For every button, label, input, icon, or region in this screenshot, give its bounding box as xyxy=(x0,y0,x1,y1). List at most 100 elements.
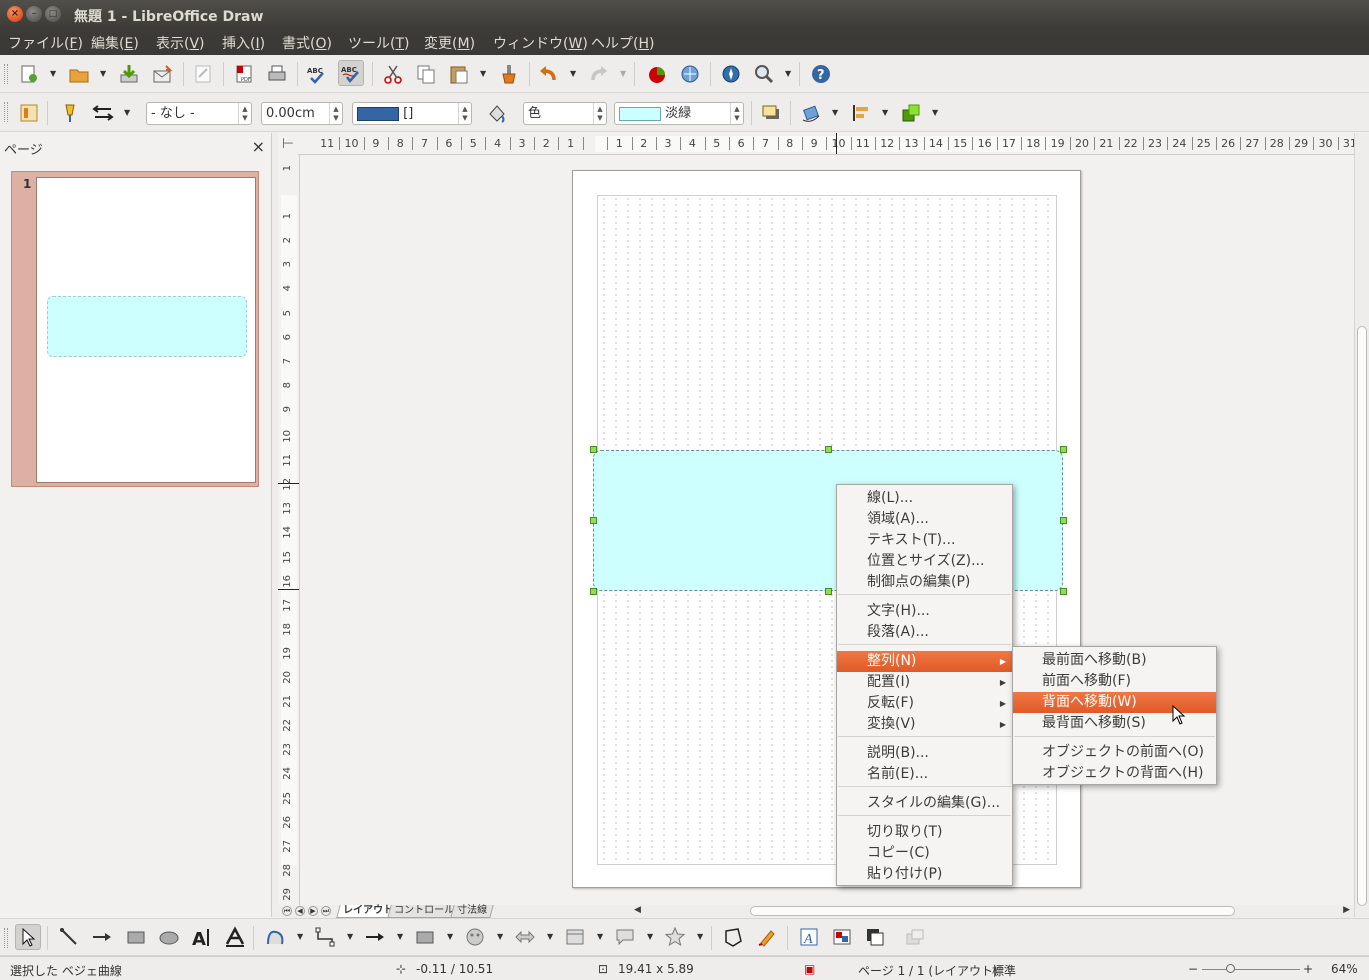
selection-handle[interactable] xyxy=(590,588,597,595)
symbol-shapes-icon[interactable] xyxy=(462,924,488,950)
zoom-icon[interactable] xyxy=(751,61,777,87)
menu-1[interactable]: 編集(E) xyxy=(91,33,139,53)
last-tab-icon[interactable]: ⏭ xyxy=(321,906,331,916)
area-icon[interactable] xyxy=(484,100,510,126)
context-menu-item[interactable]: 変換(V) ▶ xyxy=(837,714,1012,735)
line-color-spinner[interactable]: ▲ ▼ xyxy=(458,103,471,124)
glue-points-icon[interactable] xyxy=(754,924,780,950)
undo-icon[interactable] xyxy=(535,61,561,87)
arrow-style-spinner[interactable]: ▲ ▼ xyxy=(238,103,251,124)
page-thumbnail[interactable]: 1 xyxy=(11,171,259,487)
navigator-icon[interactable] xyxy=(718,61,744,87)
stars-icon[interactable] xyxy=(662,924,688,950)
copy-icon[interactable] xyxy=(413,61,439,87)
open-icon[interactable] xyxy=(66,61,92,87)
clone-format-icon[interactable] xyxy=(496,61,522,87)
text-icon[interactable]: A xyxy=(189,924,215,950)
arrow-line-icon[interactable] xyxy=(89,924,115,950)
menu-4[interactable]: 書式(O) xyxy=(282,33,332,53)
styles-icon[interactable] xyxy=(16,100,42,126)
print-icon[interactable] xyxy=(264,61,290,87)
submenu-item[interactable]: 最前面へ移動(B) xyxy=(1013,650,1216,671)
menu-5[interactable]: ツール(T) xyxy=(348,33,410,53)
selection-handle[interactable] xyxy=(825,446,832,453)
chart-icon[interactable] xyxy=(644,61,670,87)
vertical-scroll-thumb[interactable] xyxy=(1357,326,1367,906)
submenu-item[interactable]: 前面へ移動(F) xyxy=(1013,671,1216,692)
area-color-select[interactable]: 淡緑 ▲ ▼ xyxy=(614,102,744,125)
menu-6[interactable]: 変更(M) xyxy=(424,33,475,53)
context-menu-item[interactable]: 文字(H)... xyxy=(837,601,1012,622)
points-icon[interactable] xyxy=(720,924,746,950)
horizontal-scrollbar[interactable]: ◀ ▶ xyxy=(630,905,1354,918)
area-style-spinner[interactable]: ▲ ▼ xyxy=(593,103,606,124)
basic-shapes-icon[interactable] xyxy=(412,924,438,950)
from-file-icon[interactable] xyxy=(829,924,855,950)
lines-arrows-icon[interactable] xyxy=(362,924,388,950)
vertical-ruler[interactable]: 1 1 2 3 4 5 6 7 8 9 10 11 12 13 14 15 16 17 18 19 20 21 22 23 24… xyxy=(278,155,300,905)
menu-7[interactable]: ウィンドウ(W) xyxy=(493,33,588,53)
menu-3[interactable]: 挿入(I) xyxy=(222,33,265,53)
line-icon[interactable] xyxy=(57,100,83,126)
menu-8[interactable]: ヘルプ(H) xyxy=(591,33,654,53)
vertical-scrollbar[interactable] xyxy=(1354,133,1369,917)
context-menu-item[interactable]: スタイルの編集(G)... xyxy=(837,793,1012,814)
area-style-select[interactable]: 色 ▲ ▼ xyxy=(523,102,607,125)
line-icon[interactable] xyxy=(56,924,82,950)
context-menu-item[interactable]: 段落(A)... xyxy=(837,622,1012,643)
context-menu-item[interactable]: 反転(F) ▶ xyxy=(837,693,1012,714)
close-window-button[interactable]: × xyxy=(7,6,23,22)
context-menu-item[interactable]: 位置とサイズ(Z)... xyxy=(837,551,1012,572)
zoom-level[interactable]: 64% xyxy=(1331,962,1358,976)
first-tab-icon[interactable]: ⏮ xyxy=(282,906,292,916)
zoom-slider[interactable] xyxy=(1202,969,1300,970)
line-color-select[interactable]: [] ▲ ▼ xyxy=(352,102,472,125)
scroll-left-icon[interactable]: ◀ xyxy=(634,905,641,915)
maximize-window-button[interactable]: □ xyxy=(45,6,61,22)
horizontal-scroll-thumb[interactable] xyxy=(750,906,1235,916)
horizontal-ruler[interactable]: 11 10 9 8 7 6 5 4 3 2 1 1 2 3 4 5 6 7 8 9 10 11 12 13 14 15 16 17 18… xyxy=(298,133,1354,155)
minimize-window-button[interactable]: – xyxy=(26,6,42,22)
gallery-icon[interactable] xyxy=(677,61,703,87)
new-icon[interactable] xyxy=(16,61,42,87)
context-menu-item[interactable]: 配置(I) ▶ xyxy=(837,672,1012,693)
submenu-item[interactable]: オブジェクトの前面へ(O) xyxy=(1013,742,1216,763)
rotate-icon[interactable] xyxy=(798,100,824,126)
prev-tab-icon[interactable]: ◀ xyxy=(295,906,305,916)
context-menu-item[interactable]: 名前(E)... xyxy=(837,764,1012,785)
close-pane-icon[interactable]: × xyxy=(252,137,265,156)
email-icon[interactable] xyxy=(149,61,175,87)
toolbar-grip[interactable] xyxy=(4,102,8,122)
shadow-icon[interactable] xyxy=(758,100,784,126)
cut-icon[interactable] xyxy=(380,61,406,87)
toolbar-grip[interactable] xyxy=(4,928,8,948)
callouts-icon[interactable] xyxy=(612,924,638,950)
area-color-spinner[interactable]: ▲ ▼ xyxy=(730,103,743,124)
select-icon[interactable] xyxy=(15,924,41,950)
arrow-style-icon[interactable] xyxy=(90,100,116,126)
alignment-icon[interactable] xyxy=(848,100,874,126)
arrow-style-select[interactable]: - なし - ▲ ▼ xyxy=(146,102,252,125)
autospell-icon[interactable]: ABC xyxy=(338,60,364,86)
selection-handle[interactable] xyxy=(825,588,832,595)
selection-handle[interactable] xyxy=(590,517,597,524)
selection-handle[interactable] xyxy=(590,446,597,453)
paste-icon[interactable] xyxy=(446,61,472,87)
submenu-item[interactable]: オブジェクトの背面へ(H) xyxy=(1013,763,1216,784)
save-icon[interactable] xyxy=(116,61,142,87)
zoom-slider-handle[interactable] xyxy=(1226,964,1235,973)
toolbar-grip[interactable] xyxy=(4,64,8,84)
menu-2[interactable]: 表示(V) xyxy=(156,33,205,53)
edit-file-icon[interactable] xyxy=(190,61,216,87)
fontwork-text-icon[interactable] xyxy=(222,924,248,950)
scroll-right-icon[interactable]: ▶ xyxy=(1343,905,1350,915)
rectangle-icon[interactable] xyxy=(123,924,149,950)
context-menu-item[interactable]: 線(L)... xyxy=(837,488,1012,509)
flowchart-icon[interactable] xyxy=(562,924,588,950)
context-menu-item[interactable]: 説明(B)... xyxy=(837,743,1012,764)
context-menu-item[interactable]: 貼り付け(P) xyxy=(837,864,1012,885)
context-menu-item[interactable]: テキスト(T)... xyxy=(837,530,1012,551)
curve-icon[interactable] xyxy=(262,924,288,950)
spellcheck-icon[interactable]: ABC xyxy=(304,61,330,87)
line-width-field[interactable]: 0.00cm ▲ ▼ xyxy=(261,102,343,125)
